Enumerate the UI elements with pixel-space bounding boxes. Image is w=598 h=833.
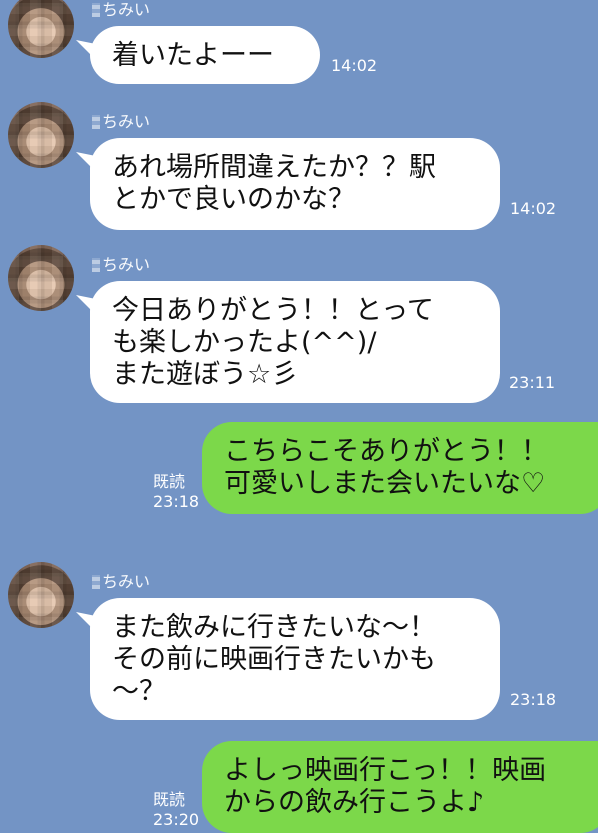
message-bubble-outgoing[interactable]: よしっ映画行こっ！！映画 からの飲み行こうよ♪ <box>202 741 598 833</box>
contact-avatar[interactable] <box>8 0 74 58</box>
message-bubble-incoming[interactable]: 着いたよーー <box>90 26 320 84</box>
contact-avatar[interactable] <box>8 562 74 628</box>
contact-name: ちみい <box>92 568 150 592</box>
message-bubble-incoming[interactable]: また飲みに行きたいな〜！ その前に映画行きたいかも 〜？ <box>90 598 500 720</box>
message-time: 14:02 <box>510 199 557 218</box>
message-bubble-incoming[interactable]: 今日ありがとう！！とって も楽しかったよ(^^)/ また遊ぼう☆彡 <box>90 281 500 403</box>
message-time: 23:11 <box>509 373 556 392</box>
name-mosaic <box>92 3 100 17</box>
read-receipt: 既読 23:20 <box>153 790 200 829</box>
chat-area: ちみい 着いたよーー 14:02 ちみい あれ場所間違えたか？？駅 とかで良いの… <box>0 0 598 833</box>
contact-name: ちみい <box>92 0 150 20</box>
message-bubble-outgoing[interactable]: こちらこそありがとう！！ 可愛いしまた会いたいな♡ <box>202 422 598 514</box>
contact-avatar[interactable] <box>8 245 74 311</box>
message-time: 23:18 <box>510 690 557 709</box>
contact-avatar[interactable] <box>8 102 74 168</box>
message-bubble-incoming[interactable]: あれ場所間違えたか？？駅 とかで良いのかな？ <box>90 138 500 230</box>
name-mosaic <box>92 258 100 272</box>
name-mosaic <box>92 115 100 129</box>
message-time: 14:02 <box>331 56 378 75</box>
contact-name: ちみい <box>92 108 150 132</box>
name-mosaic <box>92 575 100 589</box>
read-receipt: 既読 23:18 <box>153 472 200 511</box>
contact-name: ちみい <box>92 251 150 275</box>
